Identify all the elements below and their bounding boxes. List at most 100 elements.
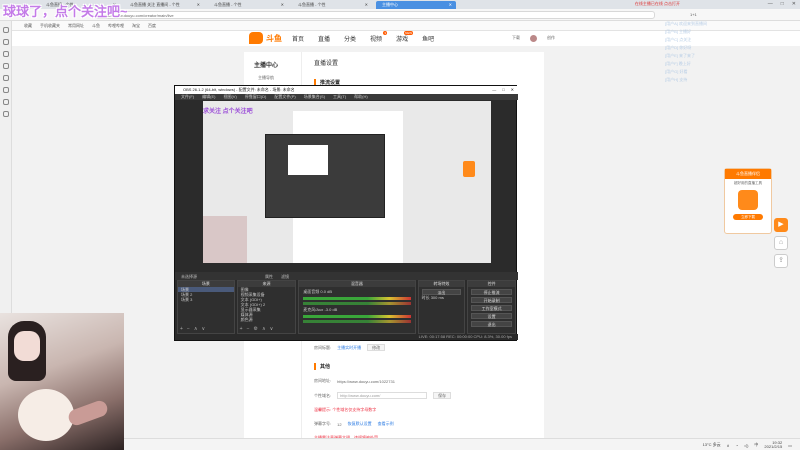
nav-home[interactable]: 首页: [292, 34, 304, 43]
more-icon[interactable]: [3, 111, 9, 117]
down-icon[interactable]: ∨: [202, 326, 206, 332]
settings-button[interactable]: 设置: [471, 313, 512, 319]
barrage-value[interactable]: 12: [337, 422, 341, 427]
menu-item[interactable]: 停靠窗口(D): [245, 94, 267, 100]
bookmark-item[interactable]: 哔哩哔哩: [108, 23, 124, 29]
nav-fishbar[interactable]: 鱼吧: [422, 34, 434, 43]
maximize-icon[interactable]: □: [781, 1, 784, 7]
close-icon[interactable]: ✕: [197, 2, 200, 7]
start-recording-button[interactable]: 开始录制: [471, 297, 512, 303]
close-icon[interactable]: ✕: [511, 87, 514, 92]
studio-mode-button[interactable]: 工作室模式: [471, 305, 512, 311]
menu-item[interactable]: 编辑(E): [202, 94, 215, 100]
browser-tab-active[interactable]: 主播中心 ✕: [376, 0, 456, 9]
controls-dock: 控件 停止推流 开始录制 工作室模式 设置 退出: [467, 280, 516, 334]
cart-icon[interactable]: [3, 99, 9, 105]
menu-item[interactable]: 视图(V): [223, 94, 236, 100]
menu-item[interactable]: 工具(T): [333, 94, 346, 100]
tabbar-notice[interactable]: 在线主播已在线 点击打开: [635, 1, 680, 7]
game-icon[interactable]: [3, 87, 9, 93]
chat-icon[interactable]: [3, 63, 9, 69]
edit-button[interactable]: 修改: [367, 344, 386, 351]
chat-line: [用户C] 点关注: [665, 37, 692, 42]
obs-preview[interactable]: 求关注 点个关注吧: [203, 101, 491, 263]
mixer-channel-name: 麦克风/Aux -3.0 dB: [299, 307, 414, 313]
download-link[interactable]: 下载: [512, 35, 520, 42]
bookmark-item[interactable]: 淘宝: [132, 23, 140, 29]
nav-live[interactable]: 直播: [318, 34, 330, 43]
play-float-icon[interactable]: ▶: [774, 218, 788, 232]
star-icon[interactable]: [3, 27, 9, 33]
menu-item[interactable]: 配置文件(P): [274, 94, 295, 100]
menu-item[interactable]: 文件(F): [181, 94, 194, 100]
remove-icon[interactable]: −: [187, 326, 190, 332]
chat-line: [用户F] 晚上好: [665, 61, 691, 66]
volume-slider[interactable]: [303, 320, 411, 323]
room-title-value[interactable]: 主播实时开播: [337, 345, 361, 351]
download-icon[interactable]: [3, 51, 9, 57]
minimize-icon[interactable]: —: [492, 87, 496, 92]
up-icon[interactable]: ∧: [262, 326, 266, 332]
add-icon[interactable]: +: [240, 326, 243, 332]
nav-video[interactable]: 视频 3: [370, 31, 388, 43]
up-icon[interactable]: ∧: [194, 326, 198, 332]
ime-indicator[interactable]: 中: [754, 442, 758, 448]
volume-slider[interactable]: [303, 302, 411, 305]
bookmark-item[interactable]: 手机收藏夹: [40, 23, 60, 29]
close-icon[interactable]: ✕: [449, 2, 452, 7]
bookmark-item[interactable]: 斗鱼: [92, 23, 100, 29]
caret-up-icon[interactable]: ∧: [727, 443, 730, 448]
exit-button[interactable]: 退出: [471, 321, 512, 327]
nav-badge: NEW: [404, 31, 414, 35]
menu-item[interactable]: 帮助(H): [354, 94, 368, 100]
reset-link[interactable]: 恢复默认设置: [348, 421, 372, 427]
minimize-icon[interactable]: —: [768, 1, 773, 7]
add-icon[interactable]: +: [180, 326, 183, 332]
address-extra[interactable]: 1+1: [690, 12, 697, 17]
volume-icon[interactable]: ◁): [744, 443, 748, 448]
bookmark-item[interactable]: 常用网址: [68, 23, 84, 29]
save-button[interactable]: 保存: [433, 392, 452, 399]
history-icon[interactable]: [3, 39, 9, 45]
close-icon[interactable]: ✕: [281, 2, 284, 7]
maximize-icon[interactable]: □: [502, 87, 504, 92]
scene-item[interactable]: 场景 3: [178, 297, 234, 302]
close-window-icon[interactable]: ✕: [792, 1, 796, 7]
bookmark-item[interactable]: 收藏: [24, 23, 32, 29]
example-link[interactable]: 查看示例: [378, 421, 394, 427]
address-input[interactable]: https://www.douyu.com/creator/main/live: [95, 11, 655, 19]
promo-title: 斗鱼直播伴侣: [725, 169, 771, 179]
promo-card[interactable]: 斗鱼直播伴侣 超好用的直播工具 立即下载: [724, 168, 772, 234]
obs-window[interactable]: OBS 26.1.2 (64-bit, windows) - 配置文件: 未命名…: [174, 85, 518, 341]
anchor-sidebar-item[interactable]: 主播导航: [244, 69, 301, 81]
bookmark-item[interactable]: 百度: [148, 23, 156, 29]
browser-tab[interactable]: 斗鱼直播 - 个性 ✕: [292, 1, 372, 9]
avatar[interactable]: [530, 35, 537, 42]
custom-domain-input[interactable]: http://www.douyu.com/: [337, 392, 428, 399]
nav-category[interactable]: 分类: [344, 34, 356, 43]
stop-streaming-button[interactable]: 停止推流: [471, 289, 512, 295]
weather-text[interactable]: 13°C 多云: [703, 442, 721, 448]
preview-webcam: [203, 216, 247, 263]
gear-icon[interactable]: ⚙: [254, 326, 258, 332]
browser-tab[interactable]: 斗鱼直播 - 个性 ✕: [208, 1, 288, 9]
network-icon[interactable]: ◔: [736, 443, 738, 448]
duration-value[interactable]: 300 ms: [431, 295, 444, 300]
download-button[interactable]: 立即下载: [733, 214, 763, 220]
source-item[interactable]: 颜色源: [238, 317, 296, 322]
menu-item[interactable]: 场景集合(S): [304, 94, 325, 100]
nav-game[interactable]: 游戏 NEW: [396, 31, 414, 43]
mail-icon[interactable]: [3, 75, 9, 81]
obs-source-toolbar: 未选择源 属性 滤镜: [175, 272, 518, 280]
obs-titlebar[interactable]: OBS 26.1.2 (64-bit, windows) - 配置文件: 未命名…: [175, 86, 518, 94]
share-float-icon[interactable]: ⇪: [774, 254, 788, 268]
down-icon[interactable]: ∨: [270, 326, 274, 332]
remove-icon[interactable]: −: [247, 326, 250, 332]
site-logo[interactable]: 斗鱼: [249, 32, 282, 44]
header-right: 下载 创作: [512, 35, 555, 42]
home-float-icon[interactable]: ⌂: [774, 236, 788, 250]
clock[interactable]: 19:32 2021/2/15: [764, 441, 782, 449]
creator-link[interactable]: 创作: [547, 35, 555, 42]
notification-icon[interactable]: ▭: [788, 443, 792, 448]
close-icon[interactable]: ✕: [365, 2, 368, 7]
